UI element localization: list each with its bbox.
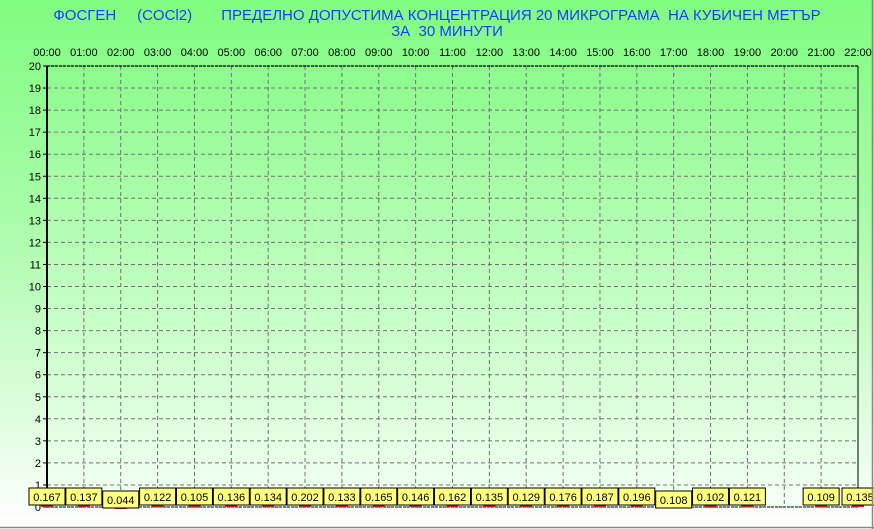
y-tick-label: 11 [30,259,41,271]
x-tick-label: 09:00 [365,47,393,59]
data-label: 0.133 [328,492,356,504]
data-label: 0.121 [734,492,762,504]
x-tick-label: 02:00 [107,47,135,59]
data-label: 0.136 [218,492,246,504]
y-tick-label: 6 [35,370,41,382]
y-tick-label: 13 [29,215,41,227]
data-label: 0.108 [660,495,688,507]
chart-plot: 0123456789101112131415161718192000:00 01:… [0,0,874,529]
y-tick-label: 5 [35,392,41,404]
x-tick-label: 05:00 [218,47,246,59]
x-tick-label: 00:00 [33,47,61,59]
y-tick-label: 3 [35,436,41,448]
y-tick-label: 9 [35,304,41,316]
x-tick-label: 15:00 [586,47,614,59]
data-label: 0.129 [512,492,540,504]
x-tick-label: 04:00 [181,47,209,59]
x-tick-label: 10:00 [402,47,430,59]
y-tick-label: 7 [35,348,41,360]
data-label: 0.044 [107,495,135,507]
x-tick-label: 14:00 [549,47,577,59]
data-label: 0.109 [807,492,835,504]
data-label: 0.135 [476,492,504,504]
data-label: 0.162 [439,492,467,504]
data-label: 0.202 [291,492,319,504]
x-tick-label: 11:00 [439,47,466,59]
x-tick-label: 12:00 [476,47,504,59]
x-tick-label: 17:00 [660,47,688,59]
y-tick-label: 4 [35,414,41,426]
y-tick-label: 14 [29,193,41,205]
x-tick-label: 22:00 [844,47,872,59]
x-tick-label: 19:00 [734,47,762,59]
data-label: 0.135 [846,492,874,504]
x-tick-label: 07:00 [291,47,319,59]
y-tick-label: 15 [29,171,41,183]
x-tick-label: 01:00 [70,47,98,59]
y-tick-label: 12 [29,237,41,249]
y-tick-label: 8 [35,326,41,338]
y-tick-label: 20 [29,61,41,73]
x-tick-label: 08:00 [328,47,356,59]
x-tick-label: 06:00 [254,47,282,59]
y-tick-label: 19 [29,83,41,95]
y-tick-label: 18 [29,105,41,117]
x-tick-label: 13:00 [512,47,540,59]
y-tick-label: 17 [29,127,41,139]
data-label: 0.122 [144,492,172,504]
chart-window: ФОСГЕН (COCl2) ПРЕДЕЛНО ДОПУСТИМА КОНЦЕН… [0,0,874,529]
x-tick-label: 20:00 [771,47,799,59]
x-tick-label: 03:00 [144,47,172,59]
y-tick-label: 2 [35,458,41,470]
data-label: 0.105 [181,492,209,504]
y-tick-label: 16 [29,149,41,161]
y-tick-label: 10 [29,282,41,294]
data-label: 0.146 [402,492,430,504]
data-label: 0.196 [623,492,651,504]
data-label: 0.137 [70,492,98,504]
x-tick-label: 21:00 [807,47,835,59]
x-tick-label: 18:00 [697,47,725,59]
data-label: 0.165 [365,492,393,504]
data-label: 0.102 [697,492,725,504]
x-tick-label: 16:00 [623,47,651,59]
data-label: 0.176 [549,492,577,504]
data-label: 0.187 [586,492,614,504]
data-label: 0.134 [254,492,282,504]
data-label: 0.167 [33,492,61,504]
